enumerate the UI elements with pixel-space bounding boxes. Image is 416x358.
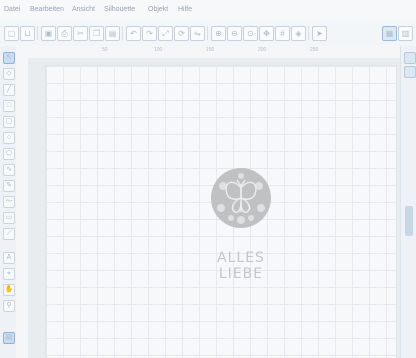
library-icon[interactable]: ▤ (3, 332, 15, 344)
select-icon[interactable]: ⤢ (158, 26, 173, 41)
rounded-rect-icon[interactable]: ▢ (3, 116, 15, 128)
ruler-tick-label: 200 (258, 47, 267, 53)
menu-bearbeiten[interactable]: Bearbeiten (30, 6, 64, 13)
new-icon[interactable]: ▢ (4, 26, 19, 41)
design-page-icon[interactable]: ▦ (382, 26, 397, 41)
menu-hilfe[interactable]: Hilfe (178, 6, 192, 13)
text-icon[interactable]: A (3, 252, 15, 264)
edit-points-icon[interactable]: ◇ (3, 68, 15, 80)
polygon-icon[interactable]: ⬠ (3, 148, 15, 160)
copy-icon[interactable]: ❐ (89, 26, 104, 41)
smooth-freehand-icon[interactable]: 〜 (3, 196, 15, 208)
cutting-mat[interactable]: ALLES LIEBE (46, 66, 396, 358)
save-icon[interactable]: ▣ (41, 26, 56, 41)
ellipse-icon[interactable]: ○ (3, 132, 15, 144)
fill-icon[interactable]: ◈ (291, 26, 306, 41)
redo-icon[interactable]: ↷ (142, 26, 157, 41)
store-icon[interactable]: ▥ (398, 26, 413, 41)
zoom-tool-icon[interactable]: ⚲ (3, 300, 15, 312)
line-icon[interactable]: ╱ (3, 84, 15, 96)
butterfly-icon (217, 173, 265, 224)
rotate-icon[interactable]: ⟳ (174, 26, 189, 41)
curve-icon[interactable]: ∿ (3, 164, 15, 176)
flip-icon[interactable]: ⇋ (190, 26, 205, 41)
ruler-tick-label: 100 (154, 47, 163, 53)
menu-silhouette[interactable]: Silhouette (104, 6, 135, 13)
right-panel-bar (400, 46, 416, 358)
ruler-tick-label: 250 (310, 47, 319, 53)
ruler-tick-label: 150 (206, 47, 215, 53)
design-text-line1[interactable]: ALLES (186, 250, 296, 266)
open-icon[interactable]: ⊔ (20, 26, 35, 41)
select-tool-icon[interactable]: ↖ (3, 52, 15, 64)
menu-ansicht[interactable]: Ansicht (72, 6, 95, 13)
menu-datei[interactable]: Datei (4, 6, 20, 13)
pan-tool-icon[interactable]: ✋ (3, 284, 15, 296)
undo-icon[interactable]: ↶ (126, 26, 141, 41)
freehand-icon[interactable]: ✎ (3, 180, 15, 192)
pan-icon[interactable]: ✥ (259, 26, 274, 41)
grid-icon[interactable]: # (275, 26, 290, 41)
design-text-line2[interactable]: LIEBE (186, 266, 296, 282)
toolbar: ▢ ⊔ ▣ ⎙ ✂ ❐ ▤ ↶ ↷ ⤢ ⟳ ⇋ ⊕ ⊖ ⊙ ✥ # ◈ ➤ ▦ … (0, 20, 416, 47)
send-icon[interactable]: ➤ (312, 26, 327, 41)
toolbar-separator (37, 26, 38, 40)
toolbar-separator (207, 26, 208, 40)
paste-icon[interactable]: ▤ (105, 26, 120, 41)
design-canvas[interactable]: ALLES LIEBE (28, 58, 400, 358)
cut-icon[interactable]: ✂ (73, 26, 88, 41)
eraser-icon[interactable]: ▭ (3, 212, 15, 224)
print-icon[interactable]: ⎙ (57, 26, 72, 41)
toolbar-separator (308, 26, 309, 40)
menu-bar: Datei Bearbeiten Ansicht Silhouette Obje… (0, 0, 416, 21)
tool-sidebar: ↖ ◇ ╱ □ ▢ ○ ⬠ ∿ ✎ 〜 ▭ ⟋ A ⌖ ✋ ⚲ ▤ (0, 46, 17, 358)
panel-toggle-icon[interactable] (404, 52, 416, 64)
zoom-out-icon[interactable]: ⊖ (227, 26, 242, 41)
butterfly-flower-design[interactable] (211, 168, 271, 228)
ruler-tick-label: 50 (102, 47, 108, 53)
menu-objekt[interactable]: Objekt (148, 6, 168, 13)
toolbar-separator (122, 26, 123, 40)
eyedropper-icon[interactable]: ⌖ (3, 268, 15, 280)
vertical-scrollbar-thumb[interactable] (405, 206, 413, 236)
rect-icon[interactable]: □ (3, 100, 15, 112)
knife-icon[interactable]: ⟋ (3, 228, 15, 240)
panel-toggle-icon[interactable] (404, 66, 416, 78)
zoom-in-icon[interactable]: ⊕ (211, 26, 226, 41)
zoom-fit-icon[interactable]: ⊙ (243, 26, 258, 41)
